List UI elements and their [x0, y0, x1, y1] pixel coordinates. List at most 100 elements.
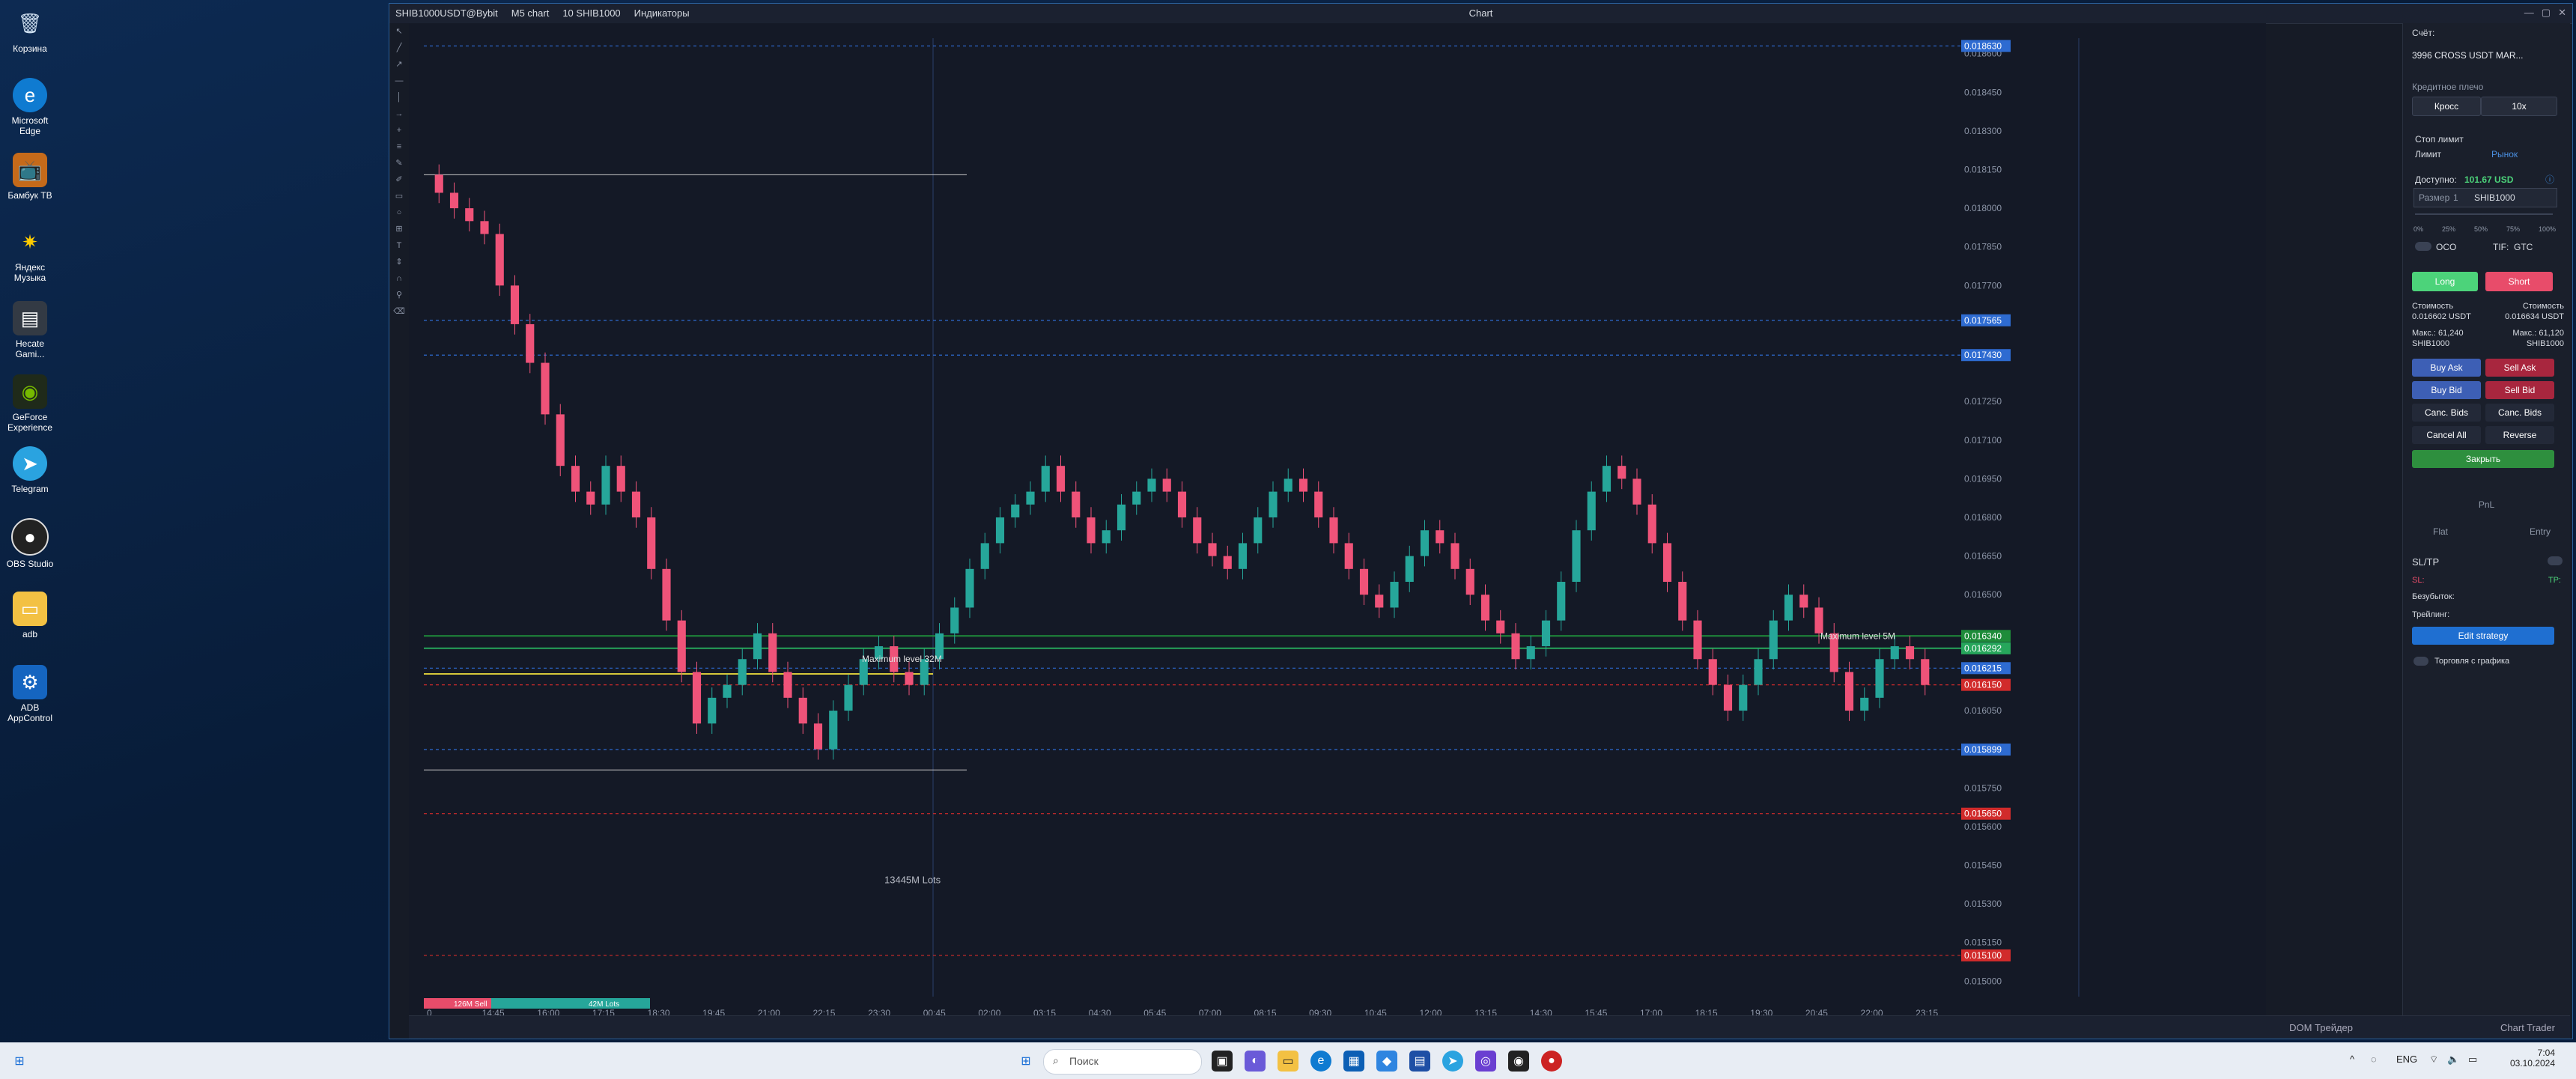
chat-icon[interactable]: ◐ [1245, 1051, 1266, 1072]
price-chart[interactable]: 0.018600 0.018450 0.018300 0.018150 0.018000… [409, 23, 2266, 1018]
flat-label: Flat [2433, 526, 2449, 537]
fibonacci-icon[interactable]: ⊞ [389, 221, 409, 237]
max-left-unit: SHIB1000 [2412, 339, 2450, 348]
trading-app-icon[interactable]: ▤ [1409, 1051, 1430, 1072]
taskbar-search[interactable]: ⌕ Поиск [1043, 1049, 1202, 1075]
tray-chevron-icon[interactable]: ^ [2350, 1054, 2354, 1065]
maximize-icon[interactable]: ▢ [2542, 7, 2551, 19]
battery-icon[interactable]: ▭ [2468, 1054, 2477, 1066]
candle-body [1056, 466, 1066, 492]
rectangle-icon[interactable]: ▭ [389, 188, 409, 204]
desktop-icon-bambuk[interactable]: 📺 Бамбук ТВ [3, 153, 57, 201]
sell-bid-button[interactable]: Sell Bid [2485, 381, 2554, 399]
chart-canvas[interactable]: 0.0186000.0184500.0183000.0181500.018000… [409, 23, 2266, 1018]
clock[interactable]: 7:04 03.10.2024 [2495, 1048, 2555, 1069]
sltp-toggle[interactable] [2548, 556, 2563, 565]
trash-icon[interactable]: ⌫ [389, 303, 409, 320]
desktop-icon-geforce[interactable]: ◉ GeForce Experience [3, 374, 57, 433]
dom-trader-tab[interactable]: DOM Трейдер [2289, 1022, 2353, 1033]
tab-market[interactable]: Рынок [2491, 149, 2518, 159]
candle-body [905, 672, 914, 685]
candle-body [631, 491, 641, 517]
line-tool-icon[interactable]: ╱ [389, 40, 409, 56]
task-view-icon[interactable]: ▣ [1212, 1051, 1233, 1072]
store-icon[interactable]: ▦ [1343, 1051, 1364, 1072]
circle-icon[interactable]: ○ [389, 204, 409, 221]
desktop-icon-adb-folder[interactable]: ▭ adb [3, 592, 57, 639]
cancel-all-button[interactable]: Cancel All [2412, 426, 2481, 444]
text-tool-icon[interactable]: T [389, 237, 409, 254]
tab-limit[interactable]: Лимит [2415, 149, 2441, 159]
volume-icon[interactable]: 🔈 [2447, 1054, 2459, 1066]
edge-taskbar-icon[interactable]: e [1310, 1051, 1331, 1072]
desktop-icon-recycle-bin[interactable]: 🗑 Корзина [3, 6, 57, 54]
ray-tool-icon[interactable]: ↗ [389, 56, 409, 73]
account-select[interactable]: 3996 CROSS USDT MAR... [2412, 50, 2563, 61]
file-explorer-icon[interactable]: ▭ [1278, 1051, 1298, 1072]
buy-bid-button[interactable]: Buy Bid [2412, 381, 2481, 399]
windows-start-icon[interactable]: ⊞ [1015, 1051, 1036, 1072]
size-input[interactable]: Размер 1 SHIB1000 [2414, 188, 2557, 207]
close-icon[interactable]: ✕ [2558, 7, 2566, 19]
candle-body [753, 633, 762, 660]
candle-body [1450, 543, 1459, 569]
game-taskbar-icon[interactable]: ◉ [1508, 1051, 1529, 1072]
reverse-button[interactable]: Reverse [2485, 426, 2554, 444]
desktop-icon-telegram[interactable]: ➤ Telegram [3, 446, 57, 494]
arrow-tool-icon[interactable]: → [389, 106, 409, 122]
available-label: Доступно: [2415, 174, 2457, 185]
desktop-icon-adb-appcontrol[interactable]: ⚙ ADB AppControl [3, 665, 57, 723]
size-unit[interactable]: SHIB1000 [2474, 192, 2515, 203]
candle-body [1011, 504, 1020, 517]
short-button[interactable]: Short [2485, 272, 2553, 291]
start-icon[interactable]: ⊞ [9, 1051, 30, 1072]
lock-icon[interactable]: ⚲ [389, 287, 409, 303]
size-slider[interactable] [2415, 213, 2553, 215]
tif-select[interactable]: GTC [2514, 242, 2533, 252]
candle-body [723, 684, 732, 698]
leverage-button[interactable]: 10x [2481, 97, 2557, 116]
desktop-icon-edge[interactable]: e Microsoft Edge [3, 78, 57, 136]
info-icon[interactable]: ⓘ [2545, 173, 2554, 186]
candle-body [783, 672, 792, 698]
candle-body [571, 466, 580, 492]
edit-strategy-button[interactable]: Edit strategy [2412, 627, 2554, 645]
network-icon[interactable]: ⌔ [2429, 1054, 2438, 1066]
candle-body [798, 697, 807, 724]
cursor-icon[interactable]: ↖ [389, 23, 409, 40]
price-label-text: 0.017565 [1964, 315, 2002, 326]
candle-body [1117, 504, 1126, 531]
tray-app-icon[interactable]: ◌ [2371, 1054, 2377, 1065]
chart-trader-tab[interactable]: Chart Trader [2500, 1022, 2555, 1033]
buy-ask-button[interactable]: Buy Ask [2412, 359, 2481, 377]
horizontal-line-icon[interactable]: ― [389, 73, 409, 89]
magnet-icon[interactable]: ∩ [389, 270, 409, 287]
cross-button[interactable]: Кросс [2412, 97, 2481, 116]
oco-toggle[interactable] [2415, 242, 2431, 251]
desktop-icon-hecate[interactable]: ▤ Hecate Gami... [3, 301, 57, 359]
minimize-icon[interactable]: — [2524, 7, 2534, 19]
language-indicator[interactable]: ENG [2396, 1054, 2417, 1065]
long-button[interactable]: Long [2412, 272, 2478, 291]
app-icon[interactable]: ◆ [1376, 1051, 1397, 1072]
desktop-icon-obs[interactable]: ● OBS Studio [3, 518, 57, 569]
telegram-taskbar-icon[interactable]: ➤ [1442, 1051, 1463, 1072]
y-tick-label: 0.016650 [1964, 551, 2002, 562]
vertical-line-icon[interactable]: │ [389, 89, 409, 106]
brush-icon[interactable]: ✐ [389, 171, 409, 188]
pencil-icon[interactable]: ✎ [389, 155, 409, 171]
measure-icon[interactable]: ⇕ [389, 254, 409, 270]
yandex-icon[interactable]: ● [1541, 1051, 1562, 1072]
candle-body [586, 491, 595, 505]
trade-from-chart-toggle[interactable] [2414, 657, 2428, 666]
cancel-bids-left-button[interactable]: Canc. Bids [2412, 404, 2481, 422]
cross-tool-icon[interactable]: + [389, 122, 409, 139]
close-position-button[interactable]: Закрыть [2412, 450, 2554, 468]
discord-icon[interactable]: ◎ [1475, 1051, 1496, 1072]
order-type-select[interactable]: Стоп лимит [2415, 134, 2464, 145]
sell-ask-button[interactable]: Sell Ask [2485, 359, 2554, 377]
channel-tool-icon[interactable]: ≡ [389, 139, 409, 155]
desktop-icon-yandex-music[interactable]: ✷ Яндекс Музыка [3, 225, 57, 283]
cancel-bids-right-button[interactable]: Canc. Bids [2485, 404, 2554, 422]
candle-body [1905, 646, 1915, 660]
